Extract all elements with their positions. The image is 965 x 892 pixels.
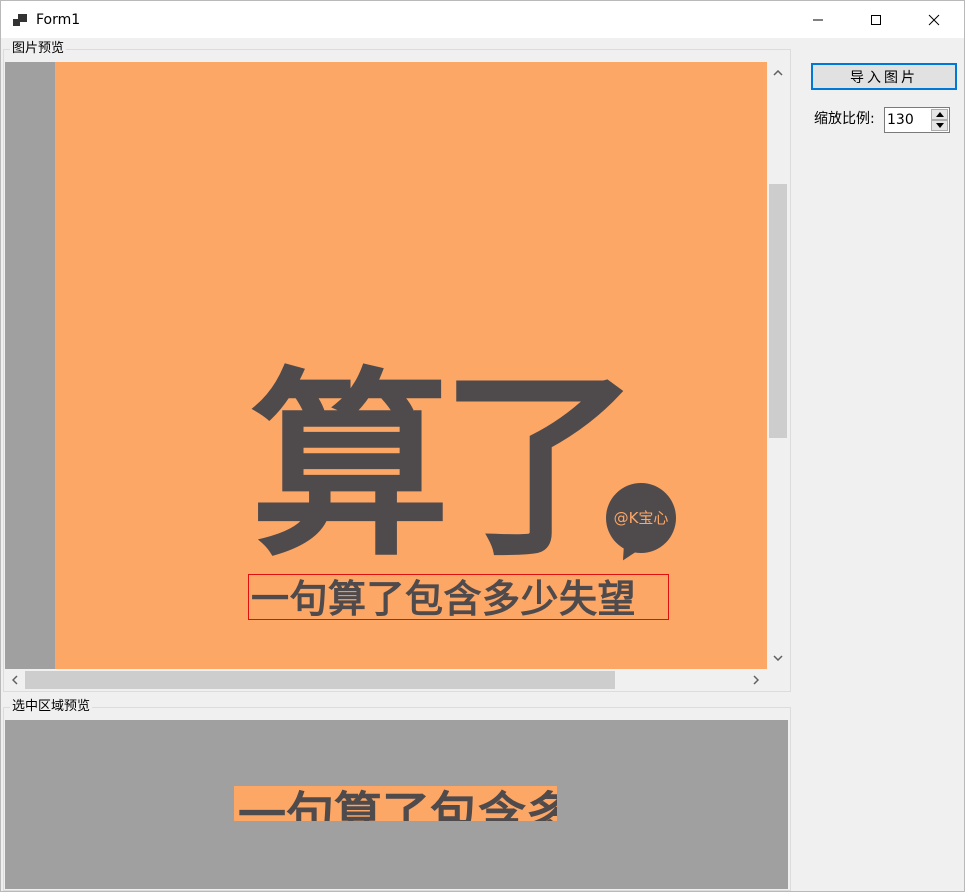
window-title: Form1 [36, 12, 81, 28]
watermark-text: @K宝心 [613, 509, 669, 527]
scale-input[interactable] [887, 110, 929, 130]
triangle-up-icon [935, 112, 944, 117]
scroll-left-button[interactable] [5, 670, 25, 690]
scrollbar-corner [767, 669, 788, 690]
image-title-text: 算了 [250, 349, 640, 584]
horizontal-scrollbar[interactable] [5, 669, 767, 690]
scroll-up-button[interactable] [768, 63, 788, 83]
title-bar[interactable]: Form1 [1, 1, 964, 38]
main-window: Form1 图片预览 算了 @K宝心 一句算了包含多少失望 选中区域预览 一句算… [0, 0, 965, 892]
selection-rectangle[interactable] [248, 574, 669, 620]
chevron-right-icon [753, 675, 759, 685]
cropped-image: 一句算了包含多少失望 [234, 786, 557, 821]
scroll-down-button[interactable] [768, 648, 788, 668]
minimize-button[interactable] [789, 1, 847, 38]
app-icon [13, 12, 29, 26]
image-viewer[interactable]: 算了 @K宝心 一句算了包含多少失望 [5, 62, 788, 690]
scale-increment-button[interactable] [931, 109, 948, 120]
image-preview-caption: 图片预览 [10, 41, 67, 57]
scale-stepper[interactable] [884, 107, 950, 133]
chevron-up-icon [773, 70, 783, 76]
scale-decrement-button[interactable] [931, 120, 948, 131]
import-image-button[interactable]: 导入图片 [811, 63, 957, 90]
close-button[interactable] [905, 1, 963, 38]
chevron-down-icon [773, 655, 783, 661]
minimize-icon [813, 19, 823, 20]
chevron-left-icon [12, 675, 18, 685]
cropped-image-text: 一句算了包含多少失望 [238, 787, 557, 821]
selection-preview-area: 一句算了包含多少失望 [5, 720, 788, 889]
vertical-scrollbar[interactable] [767, 62, 788, 669]
preview-image[interactable]: 算了 @K宝心 一句算了包含多少失望 [55, 62, 767, 669]
selection-preview-caption: 选中区域预览 [10, 699, 93, 715]
triangle-down-icon [935, 123, 944, 128]
scale-label: 缩放比例: [814, 111, 875, 127]
maximize-button[interactable] [847, 1, 905, 38]
horizontal-scroll-thumb[interactable] [25, 671, 615, 689]
close-icon [928, 14, 940, 25]
vertical-scroll-thumb[interactable] [769, 184, 787, 438]
maximize-icon [871, 14, 881, 25]
scroll-right-button[interactable] [746, 670, 766, 690]
